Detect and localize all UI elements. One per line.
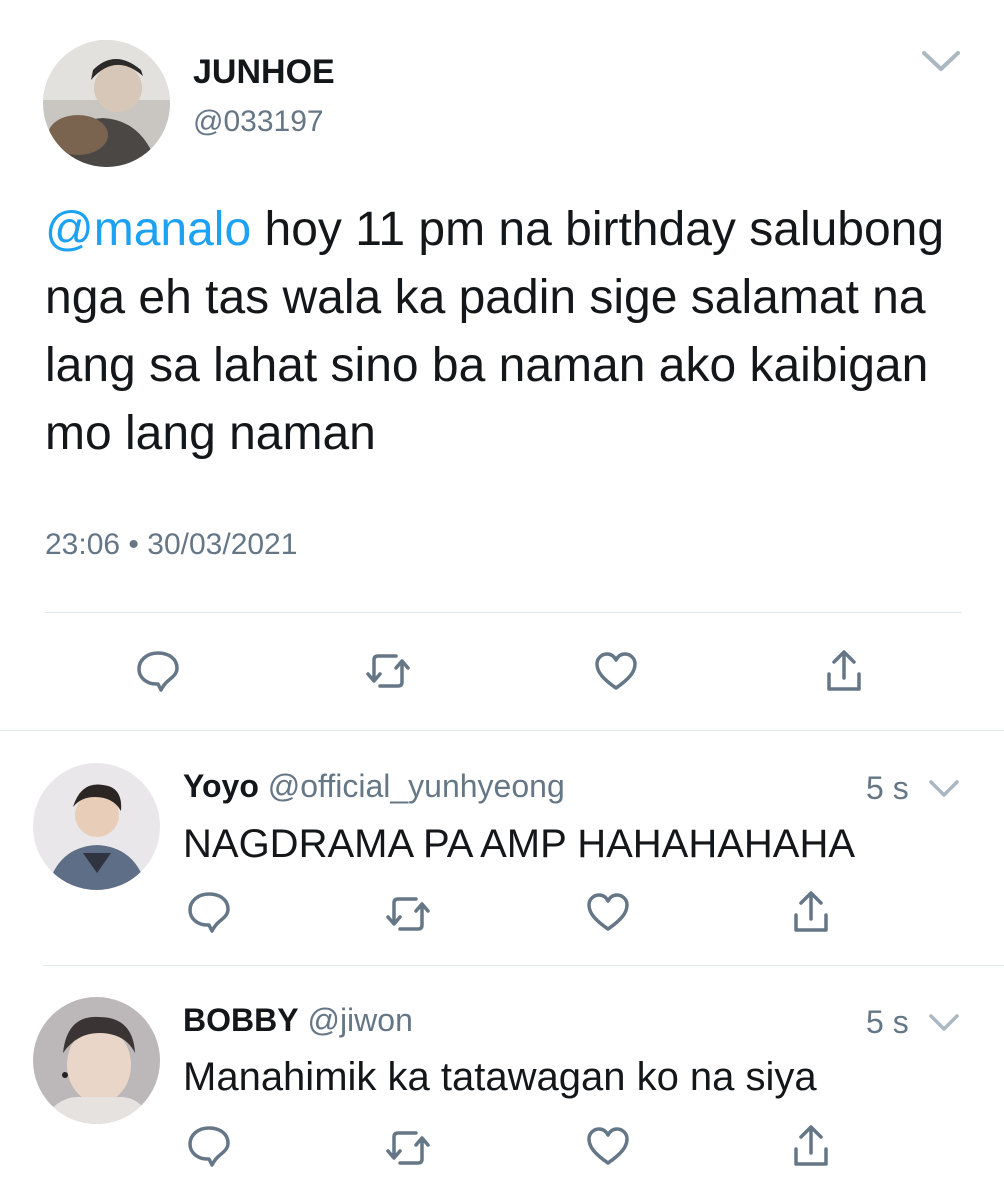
like-icon [587, 1127, 629, 1165]
share-button[interactable] [790, 1123, 832, 1169]
tweet-timestamp: 23:06 • 30/03/2021 [45, 527, 297, 563]
retweet-button[interactable] [364, 650, 412, 692]
chevron-down-icon[interactable] [928, 1012, 960, 1034]
reply-text: Manahimik ka tatawagan ko na siya [183, 1055, 817, 1099]
avatar-image [33, 763, 160, 890]
reply-author-handle[interactable]: @official_yunhyeong [268, 768, 565, 804]
divider [45, 612, 962, 613]
reply-button[interactable] [135, 648, 181, 694]
reply-author-name[interactable]: Yoyo [183, 768, 259, 804]
like-icon [595, 652, 637, 690]
reply-icon [137, 651, 179, 692]
share-button[interactable] [823, 648, 865, 694]
share-icon [827, 650, 861, 691]
retweet-button[interactable] [384, 893, 432, 935]
reply-text: NAGDRAMA PA AMP HAHAHAHAHA [183, 822, 856, 866]
chevron-down-icon[interactable] [928, 778, 960, 800]
reply-button[interactable] [186, 889, 232, 935]
avatar-image [43, 40, 170, 167]
reply-time: 5 s [866, 1004, 909, 1040]
like-button[interactable] [585, 1125, 631, 1167]
reply-author-name[interactable]: BOBBY [183, 1002, 299, 1038]
reply-header: BOBBY @jiwon [183, 1000, 413, 1040]
avatar-image [33, 997, 160, 1124]
separator-dot: • [128, 528, 139, 561]
share-button[interactable] [790, 889, 832, 935]
reply-author-handle[interactable]: @jiwon [307, 1002, 412, 1038]
reply-icon [188, 1126, 230, 1167]
author-name[interactable]: JUNHOE [193, 52, 335, 92]
retweet-icon [386, 897, 430, 931]
avatar[interactable] [33, 997, 160, 1124]
reply-time: 5 s [866, 770, 909, 806]
retweet-icon [386, 1131, 430, 1165]
author-handle[interactable]: @033197 [193, 104, 324, 140]
avatar[interactable] [43, 40, 170, 167]
like-button[interactable] [585, 891, 631, 933]
divider [43, 965, 1004, 966]
tweet-time: 23:06 [45, 528, 121, 561]
like-button[interactable] [593, 650, 639, 692]
reply-button[interactable] [186, 1123, 232, 1169]
share-icon [794, 1125, 828, 1166]
share-icon [794, 891, 828, 932]
tweet-text: @manalo hoy 11 pm na birthday salubong n… [45, 196, 965, 468]
reply-header: Yoyo @official_yunhyeong [183, 766, 565, 806]
reply-icon [188, 892, 230, 933]
avatar[interactable] [33, 763, 160, 890]
section-divider [0, 730, 1004, 731]
retweet-button[interactable] [384, 1127, 432, 1169]
mention-link[interactable]: @manalo [45, 203, 251, 256]
like-icon [587, 893, 629, 931]
tweet-date: 30/03/2021 [147, 528, 298, 561]
retweet-icon [366, 654, 410, 688]
chevron-down-icon[interactable] [920, 48, 962, 74]
